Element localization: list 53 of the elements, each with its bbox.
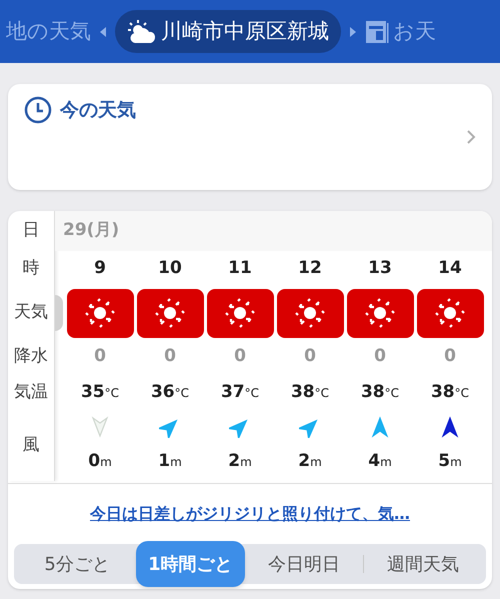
row-label: 時	[22, 257, 40, 280]
hour-label: 11	[227, 257, 253, 280]
row-label: 日	[22, 219, 40, 242]
view-tab[interactable]: 5分ごと	[18, 544, 136, 584]
row-label: 風	[22, 434, 40, 458]
hour-label: 12	[297, 257, 323, 280]
row-label: 気温	[14, 381, 48, 404]
clock-icon	[24, 96, 52, 124]
hour-label: 10	[157, 257, 183, 280]
temperature-value: 35°C	[80, 381, 120, 404]
location-tab[interactable]: お天	[365, 16, 436, 48]
now-card[interactable]: 今の天気	[8, 84, 492, 190]
view-tab[interactable]: 週間天気	[364, 544, 482, 584]
view-tab[interactable]: 今日明日	[244, 544, 363, 584]
newspaper-icon	[365, 18, 389, 44]
sunny-weather-icon	[346, 288, 414, 338]
sunny-weather-icon	[206, 288, 274, 338]
wind-speed-value: 5m	[438, 450, 462, 474]
arrow-right-icon[interactable]	[349, 26, 357, 36]
chevron-right-icon	[466, 129, 476, 145]
sunny-weather-icon	[416, 288, 484, 338]
hour-label: 14	[437, 257, 463, 280]
date-label: 29(月)	[63, 219, 120, 242]
hour-label: 13	[367, 257, 393, 280]
precipitation-value: 0	[443, 345, 457, 368]
wind-speed-value: 0m	[88, 450, 112, 474]
wind-speed-value: 2m	[298, 450, 322, 474]
card-title: 今の天気	[60, 98, 136, 123]
wind-speed-value: 2m	[228, 450, 252, 474]
wind-speed-value: 4m	[368, 450, 392, 474]
hour-label: 9	[93, 257, 107, 280]
temperature-value: 37°C	[220, 381, 260, 404]
precipitation-value: 0	[93, 345, 107, 368]
precipitation-value: 0	[303, 345, 317, 368]
row-label: 降水	[14, 345, 48, 368]
sun-cloud-icon	[127, 18, 157, 44]
sunny-weather-icon	[276, 288, 344, 338]
wind-speed-value: 1m	[158, 450, 182, 474]
location-tab[interactable]: 川崎市中原区新城	[115, 10, 341, 53]
view-tab[interactable]: 1時間ごと	[136, 541, 245, 587]
precipitation-value: 0	[163, 345, 177, 368]
temperature-value: 38°C	[430, 381, 470, 404]
temperature-value: 36°C	[150, 381, 190, 404]
forecast-comment-link[interactable]: 今日は日差しがジリジリと照り付けて、気…	[90, 502, 410, 526]
arrow-left-icon[interactable]	[99, 26, 107, 36]
precipitation-value: 0	[233, 345, 247, 368]
row-label: 天気	[14, 301, 48, 324]
temperature-value: 38°C	[290, 381, 330, 404]
sunny-weather-icon	[136, 288, 204, 338]
location-tab[interactable]: 地の天気	[6, 16, 91, 48]
temperature-value: 38°C	[360, 381, 400, 404]
precipitation-value: 0	[373, 345, 387, 368]
sunny-weather-icon	[66, 288, 134, 338]
